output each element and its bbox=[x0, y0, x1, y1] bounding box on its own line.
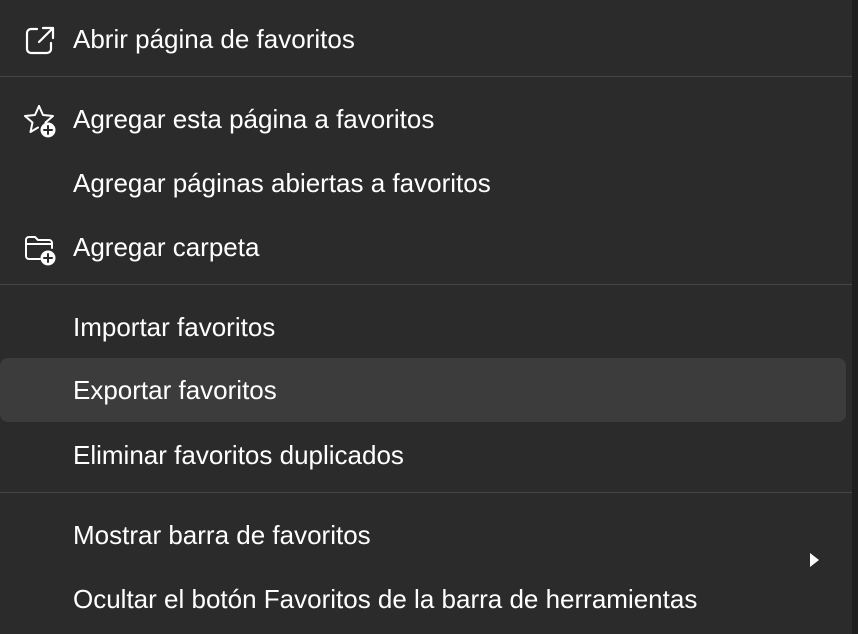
menu-item-label: Importar favoritos bbox=[73, 312, 276, 342]
menu-item-hide-favorites-button[interactable]: Ocultar el botón Favoritos de la barra d… bbox=[0, 567, 846, 631]
menu-item-add-this-page[interactable]: Agregar esta página a favoritos bbox=[0, 87, 846, 151]
menu-item-open-favorites-page[interactable]: Abrir página de favoritos bbox=[0, 7, 846, 71]
menu-divider bbox=[0, 492, 852, 493]
favorites-context-menu: Abrir página de favoritos Agregar esta p… bbox=[0, 0, 852, 634]
menu-item-label: Eliminar favoritos duplicados bbox=[73, 440, 404, 470]
menu-item-label: Mostrar barra de favoritos bbox=[73, 520, 371, 550]
menu-item-show-favorites-bar[interactable]: Mostrar barra de favoritos bbox=[0, 503, 846, 567]
menu-divider bbox=[0, 284, 852, 285]
menu-item-add-folder[interactable]: Agregar carpeta bbox=[0, 215, 846, 279]
menu-item-label: Abrir página de favoritos bbox=[73, 24, 355, 54]
background-page-edge bbox=[852, 0, 858, 634]
menu-item-label: Agregar carpeta bbox=[73, 232, 260, 262]
open-external-icon bbox=[22, 23, 58, 59]
menu-item-label: Ocultar el botón Favoritos de la barra d… bbox=[73, 584, 698, 614]
folder-add-icon bbox=[22, 231, 58, 267]
menu-item-export-favorites[interactable]: Exportar favoritos bbox=[0, 358, 846, 422]
menu-item-import-favorites[interactable]: Importar favoritos bbox=[0, 295, 846, 359]
menu-item-label: Agregar páginas abiertas a favoritos bbox=[73, 168, 491, 198]
menu-item-label: Exportar favoritos bbox=[73, 375, 277, 405]
chevron-right-icon bbox=[806, 527, 822, 567]
menu-item-add-open-pages[interactable]: Agregar páginas abiertas a favoritos bbox=[0, 151, 846, 215]
menu-item-label: Agregar esta página a favoritos bbox=[73, 104, 435, 134]
menu-item-remove-duplicates[interactable]: Eliminar favoritos duplicados bbox=[0, 423, 846, 487]
menu-divider bbox=[0, 76, 852, 77]
star-add-icon bbox=[22, 103, 58, 139]
